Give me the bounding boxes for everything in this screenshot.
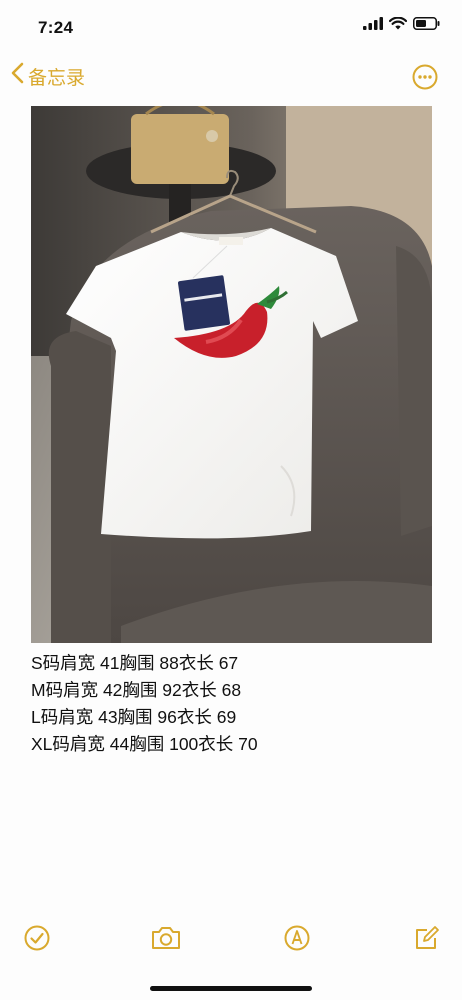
back-button[interactable]: 备忘录 (10, 62, 85, 90)
chevron-left-icon (10, 62, 26, 90)
home-indicator[interactable] (150, 986, 312, 991)
compose-icon (413, 924, 441, 957)
checklist-icon (23, 924, 51, 957)
note-line: M码肩宽 42胸围 92衣长 68 (31, 680, 242, 700)
status-bar: 7:24 (0, 0, 462, 56)
camera-icon (150, 925, 182, 956)
note-line: S码肩宽 41胸围 88衣长 67 (31, 653, 239, 673)
wifi-icon (388, 16, 408, 35)
nav-bar: 备忘录 (0, 58, 462, 100)
status-time: 7:24 (38, 18, 74, 37)
tshirt-photo (31, 106, 432, 643)
markup-button[interactable] (281, 924, 313, 956)
markup-icon (283, 924, 311, 957)
battery-icon (413, 17, 440, 35)
note-photo[interactable] (31, 106, 432, 643)
ellipsis-circle-icon (412, 64, 438, 94)
checklist-button[interactable] (21, 924, 53, 956)
bottom-toolbar (0, 918, 462, 962)
more-options-button[interactable] (412, 64, 438, 95)
note-body[interactable]: S码肩宽 41胸围 88衣长 67 M码肩宽 42胸围 92衣长 68 L码肩宽… (31, 650, 431, 758)
note-line: XL码肩宽 44胸围 100衣长 70 (31, 734, 258, 754)
note-line: L码肩宽 43胸围 96衣长 69 (31, 707, 237, 727)
cellular-signal-icon (363, 17, 383, 35)
status-icons (363, 16, 440, 35)
compose-button[interactable] (411, 924, 443, 956)
camera-button[interactable] (150, 924, 182, 956)
back-button-label: 备忘录 (28, 67, 86, 89)
